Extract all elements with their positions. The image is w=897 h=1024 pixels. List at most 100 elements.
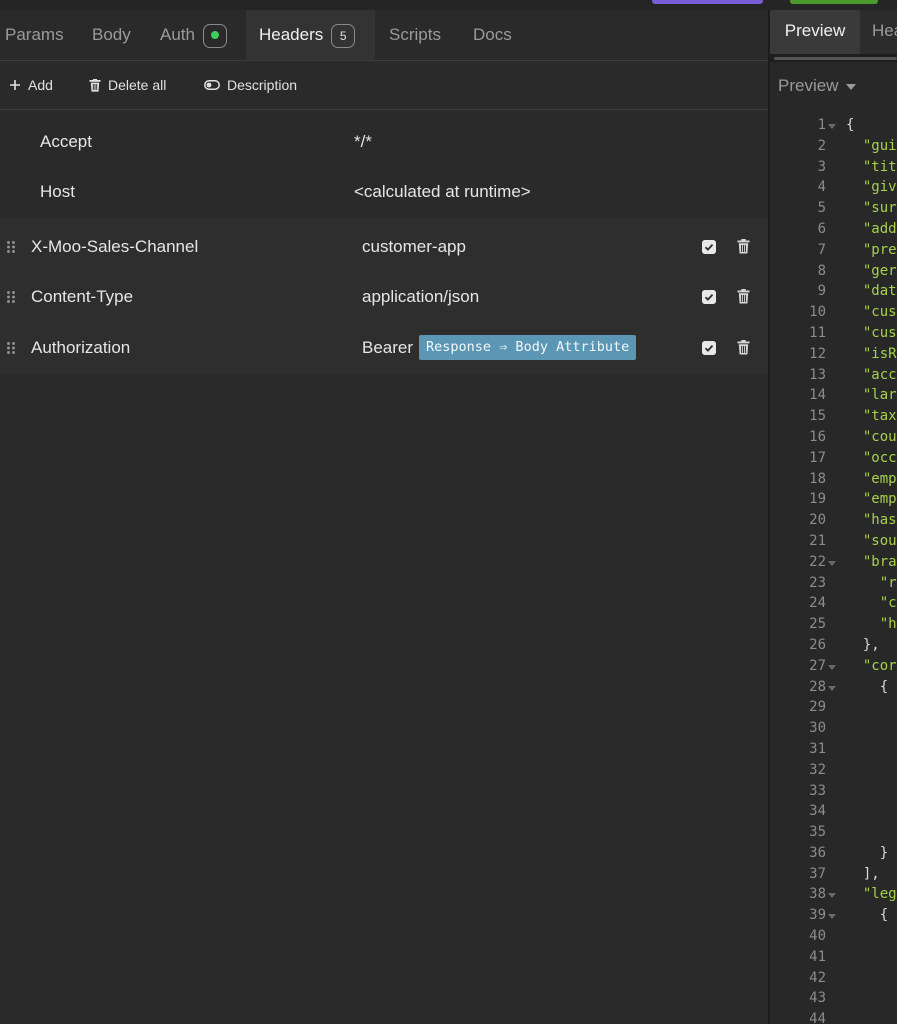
header-value-input[interactable]: Bearer Response ⇒ Body Attribute	[362, 323, 637, 373]
code-line: 7 "pre	[770, 240, 897, 261]
drag-handle-icon[interactable]	[6, 341, 16, 355]
code-line: 26 },	[770, 635, 897, 656]
code-text: "tax	[862, 408, 897, 425]
header-value: <calculated at runtime>	[354, 182, 531, 201]
line-number: 37	[809, 865, 826, 882]
delete-row-trash-icon[interactable]	[737, 340, 750, 355]
tab-body[interactable]: Body	[92, 10, 131, 60]
code-line: 36 }	[770, 843, 897, 864]
code-text: "bra	[862, 553, 897, 570]
enabled-checkbox[interactable]	[702, 240, 716, 254]
line-number: 38	[809, 886, 826, 903]
tabs-scrollbar[interactable]	[774, 57, 897, 60]
code-line: 27 "cor	[770, 656, 897, 677]
header-value-input[interactable]: application/json	[362, 272, 479, 322]
enabled-checkbox[interactable]	[702, 341, 716, 355]
add-header-button[interactable]: Add	[9, 61, 53, 109]
header-key-input[interactable]: Authorization	[31, 323, 130, 373]
code-text: "giv	[862, 179, 897, 196]
delete-row-trash-icon[interactable]	[737, 289, 750, 304]
drag-handle-icon[interactable]	[6, 240, 16, 254]
code-line: 13 "acc	[770, 365, 897, 386]
tab-preview[interactable]: Preview	[770, 10, 860, 54]
code-text: "leg	[862, 886, 897, 903]
code-line: 9 "dat	[770, 281, 897, 302]
trash-icon	[89, 78, 101, 92]
header-key-input[interactable]: X-Moo-Sales-Channel	[31, 222, 198, 272]
tab-docs[interactable]: Docs	[473, 10, 512, 60]
line-number: 19	[809, 491, 826, 508]
delete-row-trash-icon[interactable]	[737, 239, 750, 254]
fold-toggle-icon[interactable]	[828, 560, 836, 566]
code-line: 28 {	[770, 677, 897, 698]
description-toggle[interactable]: Description	[204, 61, 297, 109]
header-key: Host	[40, 182, 75, 201]
line-number: 42	[809, 969, 826, 986]
request-panel: Params Body Auth Headers 5 Scripts Docs A…	[0, 10, 768, 1024]
status-indicator-edge	[790, 0, 878, 4]
code-line: 3 "tit	[770, 157, 897, 178]
tab-auth[interactable]: Auth	[160, 10, 227, 60]
header-key-input[interactable]: Content-Type	[31, 272, 133, 322]
line-number: 25	[809, 616, 826, 633]
code-line: 6 "add	[770, 219, 897, 240]
response-code-viewer[interactable]: 1{2 "gui 3 "tit 4 "giv 5 "sur 6 "add 7 "pre 8 …	[770, 115, 897, 1024]
line-number: 17	[809, 449, 826, 466]
code-line: 21 "sou	[770, 531, 897, 552]
drag-handle-icon[interactable]	[6, 290, 16, 304]
code-line: 32	[770, 760, 897, 781]
fold-toggle-icon[interactable]	[828, 124, 836, 129]
response-tag[interactable]: Response ⇒ Body Attribute	[419, 334, 637, 360]
code-text: "lar	[862, 387, 897, 404]
tab-label: Docs	[473, 25, 512, 44]
auto-header-row: Host <calculated at runtime>	[0, 167, 768, 217]
tab-headers-response[interactable]: Hea	[872, 10, 897, 54]
tab-headers[interactable]: Headers 5	[246, 10, 375, 60]
code-line: 19 "emp	[770, 489, 897, 510]
code-line: 5 "sur	[770, 198, 897, 219]
tab-scripts[interactable]: Scripts	[389, 10, 441, 60]
line-number: 39	[809, 907, 826, 924]
fold-toggle-icon[interactable]	[828, 664, 836, 670]
delete-all-button[interactable]: Delete all	[89, 61, 166, 109]
line-number: 30	[809, 720, 826, 737]
code-text: "isR	[862, 345, 897, 362]
code-text: },	[846, 636, 880, 653]
preview-mode-label: Preview	[778, 76, 839, 95]
fold-toggle-icon[interactable]	[828, 914, 836, 920]
headers-toolbar: Add Delete all Description	[0, 61, 768, 110]
line-number: 5	[817, 200, 826, 217]
header-value-input[interactable]: customer-app	[362, 222, 466, 272]
line-number: 23	[809, 574, 826, 591]
code-line: 31	[770, 739, 897, 760]
tab-params[interactable]: Params	[0, 10, 85, 60]
line-number: 6	[817, 220, 826, 237]
code-text: "cus	[862, 304, 897, 321]
code-line: 8 "ger	[770, 261, 897, 282]
code-text: "cus	[862, 324, 897, 341]
line-number: 44	[809, 1011, 826, 1024]
send-button-edge[interactable]	[652, 0, 763, 4]
preview-mode-dropdown[interactable]: Preview	[778, 70, 857, 102]
fold-toggle-icon[interactable]	[828, 893, 836, 899]
line-number: 22	[809, 553, 826, 570]
header-row: Authorization Bearer Response ⇒ Body Attr…	[0, 323, 768, 373]
line-number: 26	[809, 636, 826, 653]
code-text: "h	[879, 616, 897, 633]
header-value-text: Bearer	[362, 338, 414, 357]
code-line: 12 "isR	[770, 344, 897, 365]
fold-toggle-icon[interactable]	[828, 685, 836, 691]
code-text: {	[846, 678, 889, 695]
line-number: 43	[809, 990, 826, 1007]
line-number: 3	[817, 158, 826, 175]
code-line: 22 "bra	[770, 552, 897, 573]
line-number: 10	[809, 304, 826, 321]
line-number: 15	[809, 408, 826, 425]
code-line: 40	[770, 926, 897, 947]
code-text: "sou	[862, 532, 897, 549]
code-line: 25 "h	[770, 614, 897, 635]
code-text: "add	[862, 220, 897, 237]
enabled-dot-icon	[210, 30, 219, 39]
tab-label: Headers	[259, 25, 324, 44]
enabled-checkbox[interactable]	[702, 290, 716, 304]
